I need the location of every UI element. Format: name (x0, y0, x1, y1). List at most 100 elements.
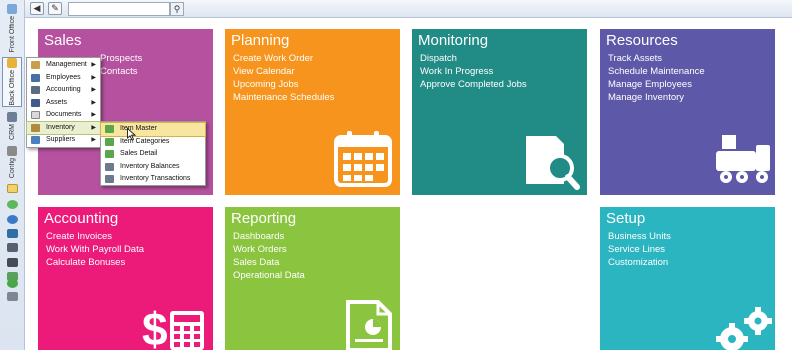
tile-link[interactable]: Work In Progress (420, 65, 527, 78)
sidebar-tab-back-office[interactable]: Back Office (2, 57, 22, 107)
submenu-item-label: Inventory Transactions (120, 175, 191, 182)
search-input[interactable] (68, 2, 170, 16)
truck-icon (716, 135, 770, 183)
config-icon (7, 146, 17, 156)
tile-monitoring[interactable]: Monitoring Dispatch Work In Progress App… (412, 29, 587, 195)
tile-resources[interactable]: Resources Track Assets Schedule Maintena… (600, 29, 775, 195)
tile-link[interactable]: Work Orders (233, 243, 305, 256)
submenu-arrow-icon: ▶ (91, 112, 96, 118)
svg-text:$: $ (142, 303, 168, 350)
inventory-balances-icon (105, 162, 114, 171)
tile-link[interactable]: Manage Employees (608, 78, 705, 91)
gears-icon (716, 307, 772, 350)
suppliers-icon (31, 136, 40, 144)
edit-button[interactable]: ✎ (48, 2, 62, 15)
calendar-icon (334, 131, 392, 187)
accounting-icon (31, 86, 40, 94)
tile-link[interactable]: Work With Payroll Data (46, 243, 144, 256)
tile-link[interactable]: Business Units (608, 230, 671, 243)
item-categories-icon (105, 137, 114, 146)
sidebar-tab-crm[interactable]: CRM (2, 112, 22, 140)
submenu-item-label: Inventory Balances (120, 162, 180, 170)
toolbar: ◀ ✎ ⚲ (25, 0, 792, 18)
menu-item-label: Management (46, 61, 87, 68)
tile-link[interactable]: Approve Completed Jobs (420, 78, 527, 91)
sidebar-tab-label: Back Office (8, 70, 16, 106)
menu-item-label: Suppliers (46, 136, 76, 143)
documents-icon (31, 111, 40, 119)
tile-link[interactable]: Upcoming Jobs (233, 78, 334, 91)
tile-planning[interactable]: Planning Create Work Order View Calendar… (225, 29, 400, 195)
tile-link[interactable]: Sales Data (233, 256, 305, 269)
tile-link[interactable]: Operational Data (233, 269, 305, 282)
search-icon[interactable]: ⚲ (170, 2, 184, 16)
sales-detail-icon (105, 150, 114, 158)
sidebar-tab-label: CRM (8, 124, 16, 140)
globe-icon[interactable] (7, 215, 18, 224)
menu-item-label: Inventory (46, 123, 75, 131)
tile-link[interactable]: Track Assets (608, 52, 705, 65)
cog-green-icon[interactable] (7, 200, 18, 209)
tile-link[interactable]: Schedule Maintenance (608, 65, 705, 78)
puzzle-icon[interactable] (7, 229, 18, 238)
tile-title: Accounting (44, 210, 119, 227)
tile-link[interactable]: Create Invoices (46, 230, 144, 243)
front-office-icon (7, 4, 17, 14)
tile-title: Reporting (231, 210, 297, 227)
submenu-item-item-master[interactable]: Item Master (100, 122, 206, 137)
tile-title: Setup (606, 210, 646, 227)
power-icon[interactable] (7, 279, 18, 288)
tile-link[interactable]: Contacts (100, 65, 142, 78)
tile-link[interactable]: Create Work Order (233, 52, 334, 65)
menu-item-inventory[interactable]: Inventory ▶ (26, 120, 101, 135)
back-button[interactable]: ◀ (30, 2, 44, 15)
submenu-item-sales-detail[interactable]: Sales Detail (101, 148, 205, 161)
menu-item-label: Assets (46, 98, 68, 106)
back-office-icon (7, 58, 17, 68)
sidebar-tab-front-office[interactable]: Front Office (2, 4, 22, 52)
submenu-item-inventory-balances[interactable]: Inventory Balances (101, 161, 205, 174)
submenu-arrow-icon: ▶ (91, 137, 96, 143)
tile-link[interactable]: Maintenance Schedules (233, 91, 334, 104)
menu-item-assets[interactable]: Assets ▶ (27, 97, 100, 110)
tile-link[interactable]: Prospects (100, 52, 142, 65)
menu-item-label: Documents (46, 111, 82, 118)
mail-icon[interactable] (7, 292, 18, 301)
submenu-arrow-icon: ▶ (91, 62, 96, 68)
page-icon[interactable] (7, 184, 18, 193)
tile-link[interactable]: Dispatch (420, 52, 527, 65)
management-icon (31, 61, 40, 69)
tile-reporting[interactable]: Reporting Dashboards Work Orders Sales D… (225, 207, 400, 350)
tile-accounting[interactable]: Accounting Create Invoices Work With Pay… (38, 207, 213, 350)
tile-setup[interactable]: Setup Business Units Service Lines Custo… (600, 207, 775, 350)
sidebar-tab-config[interactable]: Config (2, 146, 22, 178)
tile-title: Sales (44, 32, 82, 49)
back-office-menu: Management ▶ Employees ▶ Accounting ▶ As… (26, 57, 101, 148)
menu-item-suppliers[interactable]: Suppliers ▶ (27, 134, 100, 147)
submenu-arrow-icon: ▶ (91, 124, 96, 131)
menu-item-employees[interactable]: Employees ▶ (27, 72, 100, 85)
inventory-icon (31, 123, 40, 132)
menu-item-management[interactable]: Management ▶ (27, 59, 100, 72)
tile-link[interactable]: Dashboards (233, 230, 305, 243)
app-window: Front Office Back Office CRM Config ◀ ✎ … (0, 0, 792, 350)
inventory-submenu: Item Master Item Categories Sales Detail… (100, 121, 206, 186)
submenu-item-label: Sales Detail (120, 150, 158, 157)
printer-icon[interactable] (7, 258, 18, 267)
tile-link[interactable]: Manage Inventory (608, 91, 705, 104)
tile-link[interactable]: Calculate Bonuses (46, 256, 144, 269)
tile-link[interactable]: Service Lines (608, 243, 671, 256)
tile-link[interactable]: Customization (608, 256, 671, 269)
menu-item-label: Accounting (46, 86, 81, 93)
submenu-arrow-icon: ▶ (91, 87, 96, 93)
menu-item-documents[interactable]: Documents ▶ (27, 109, 100, 122)
mouse-cursor-icon (127, 128, 136, 141)
menu-item-accounting[interactable]: Accounting ▶ (27, 84, 100, 97)
phone-icon[interactable] (7, 243, 18, 252)
submenu-item-label: Item Master (120, 125, 157, 132)
tile-title: Monitoring (418, 32, 489, 49)
tile-link[interactable]: View Calendar (233, 65, 334, 78)
submenu-item-inventory-transactions[interactable]: Inventory Transactions (101, 173, 205, 186)
inventory-transactions-icon (105, 175, 114, 183)
submenu-item-item-categories[interactable]: Item Categories (101, 136, 205, 149)
